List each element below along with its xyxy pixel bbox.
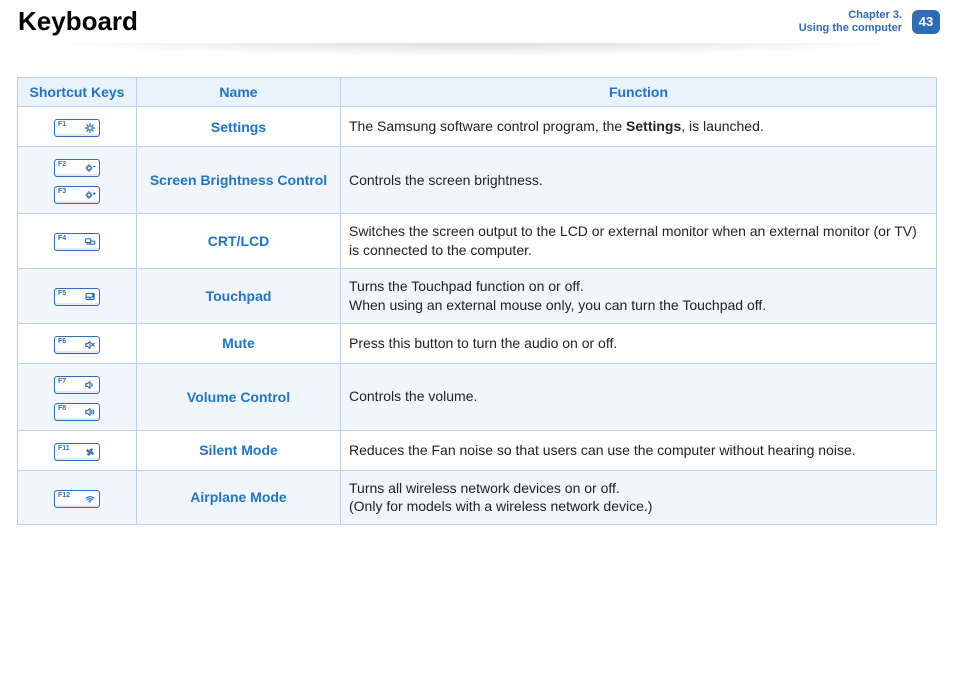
chapter-line-2: Using the computer — [799, 22, 902, 35]
table-row: F6 Mute Press this button to turn the au… — [18, 323, 937, 363]
key-cell: F12 — [18, 470, 137, 525]
row-name: CRT/LCD — [137, 214, 341, 269]
mute-icon — [84, 339, 96, 351]
col-shortcut-keys: Shortcut Keys — [18, 78, 137, 107]
row-function: Turns the Touchpad function on or off. W… — [341, 268, 937, 323]
row-function: The Samsung software control program, th… — [341, 107, 937, 147]
key-label: F7 — [58, 377, 66, 385]
func-line-2: (Only for models with a wireless network… — [349, 497, 928, 516]
key-label: F1 — [58, 120, 66, 128]
table-row: F1 Settings The Samsung software control… — [18, 107, 937, 147]
row-function: Press this button to turn the audio on o… — [341, 323, 937, 363]
row-name: Screen Brightness Control — [137, 147, 341, 214]
row-function: Reduces the Fan noise so that users can … — [341, 430, 937, 470]
key-f4: F4 — [54, 233, 100, 251]
row-function: Controls the screen brightness. — [341, 147, 937, 214]
func-text-bold: Settings — [626, 118, 681, 134]
key-label: F5 — [58, 289, 66, 297]
key-cell: F5 — [18, 268, 137, 323]
key-f3: F3 — [54, 186, 100, 204]
display-switch-icon — [84, 236, 96, 248]
key-cell: F2 F3 — [18, 147, 137, 214]
row-name: Settings — [137, 107, 341, 147]
volume-down-icon — [84, 379, 96, 391]
key-cell: F7 F8 — [18, 363, 137, 430]
key-label: F4 — [58, 234, 66, 242]
table-row: F11 Silent Mode Reduces the Fan noise so… — [18, 430, 937, 470]
chapter-indicator: Chapter 3. Using the computer 43 — [799, 9, 954, 34]
row-function: Switches the screen output to the LCD or… — [341, 214, 937, 269]
table-row: F7 F8 Volume Control Controls the volume… — [18, 363, 937, 430]
key-f12: F12 — [54, 490, 100, 508]
func-text-post: , is launched. — [681, 118, 764, 134]
page-header: Keyboard Chapter 3. Using the computer 4… — [0, 0, 954, 41]
settings-icon — [84, 122, 96, 134]
fan-icon — [84, 446, 96, 458]
func-line-2: When using an external mouse only, you c… — [349, 296, 928, 315]
key-f5: F5 — [54, 288, 100, 306]
key-cell: F1 — [18, 107, 137, 147]
row-name: Volume Control — [137, 363, 341, 430]
page-title: Keyboard — [18, 6, 138, 37]
key-cell: F6 — [18, 323, 137, 363]
table-row: F5 Touchpad Turns the Touchpad function … — [18, 268, 937, 323]
row-function: Turns all wireless network devices on or… — [341, 470, 937, 525]
key-cell: F4 — [18, 214, 137, 269]
chapter-text: Chapter 3. Using the computer — [799, 9, 902, 34]
header-shadow — [0, 43, 954, 57]
key-f6: F6 — [54, 336, 100, 354]
page-number-badge: 43 — [912, 10, 940, 34]
col-name: Name — [137, 78, 341, 107]
key-label: F6 — [58, 337, 66, 345]
table-header-row: Shortcut Keys Name Function — [18, 78, 937, 107]
func-line-1: Turns all wireless network devices on or… — [349, 479, 928, 498]
key-f2: F2 — [54, 159, 100, 177]
row-name: Touchpad — [137, 268, 341, 323]
chapter-line-1: Chapter 3. — [799, 9, 902, 22]
brightness-up-icon — [84, 189, 96, 201]
key-label: F12 — [58, 491, 70, 499]
key-f8: F8 — [54, 403, 100, 421]
table-row: F12 Airplane Mode Turns all wireless net… — [18, 470, 937, 525]
key-label: F3 — [58, 187, 66, 195]
key-f1: F1 — [54, 119, 100, 137]
row-name: Silent Mode — [137, 430, 341, 470]
key-cell: F11 — [18, 430, 137, 470]
func-text-pre: The Samsung software control program, th… — [349, 118, 626, 134]
volume-up-icon — [84, 406, 96, 418]
key-f11: F11 — [54, 443, 100, 461]
row-name: Airplane Mode — [137, 470, 341, 525]
row-function: Controls the volume. — [341, 363, 937, 430]
wifi-icon — [84, 493, 96, 505]
key-label: F11 — [58, 444, 70, 452]
table-row: F4 CRT/LCD Switches the screen output to… — [18, 214, 937, 269]
row-name: Mute — [137, 323, 341, 363]
table-row: F2 F3 Screen Brightness Control Controls… — [18, 147, 937, 214]
touchpad-icon — [84, 291, 96, 303]
col-function: Function — [341, 78, 937, 107]
brightness-down-icon — [84, 162, 96, 174]
func-line-1: Turns the Touchpad function on or off. — [349, 277, 928, 296]
key-label: F8 — [58, 404, 66, 412]
key-f7: F7 — [54, 376, 100, 394]
shortcut-table: Shortcut Keys Name Function F1 Settings … — [17, 77, 937, 525]
key-label: F2 — [58, 160, 66, 168]
